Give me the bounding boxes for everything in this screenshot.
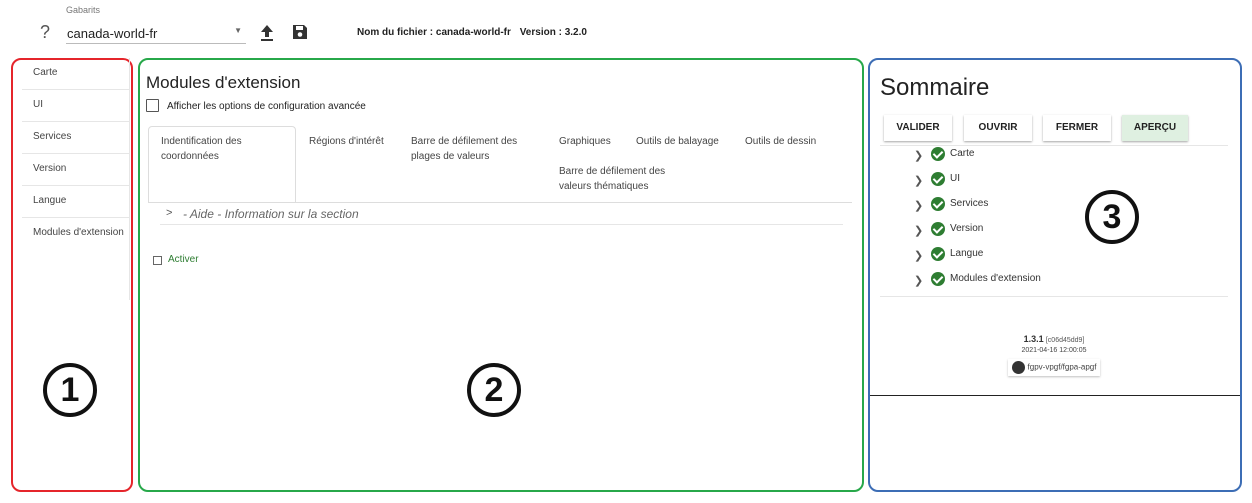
template-select-value: canada-world-fr <box>67 26 158 41</box>
tab-thematic-slider[interactable]: Barre de défilement des valeurs thématiq… <box>559 164 684 194</box>
summary-title: Sommaire <box>880 74 990 101</box>
summary-bottom-border <box>870 395 1240 396</box>
middle-panel-frame <box>138 58 864 492</box>
tab-regions[interactable]: Régions d'intérêt <box>309 134 404 149</box>
summary-item-label: Services <box>950 198 989 209</box>
help-section[interactable]: > - Aide - Information sur la section <box>160 204 843 225</box>
page-title: Modules d'extension <box>146 73 301 92</box>
tab-divider <box>148 202 852 203</box>
help-section-label: - Aide - Information sur la section <box>183 207 359 221</box>
check-circle-icon <box>931 247 945 261</box>
summary-item-label: Carte <box>950 148 975 159</box>
sidebar-item-modules[interactable]: Modules d'extension <box>22 218 129 250</box>
chevron-right-icon: ❯ <box>914 250 924 262</box>
github-icon <box>1011 361 1025 374</box>
summary-divider-bottom <box>880 296 1228 297</box>
annotation-one: 1 <box>43 363 97 417</box>
sidebar-item-carte[interactable]: Carte <box>22 58 129 90</box>
summary-item-label: Langue <box>950 248 984 259</box>
check-circle-icon <box>931 222 945 236</box>
activate-label: Activer <box>168 254 199 265</box>
chevron-right-icon: ❯ <box>914 150 924 162</box>
repo-link-label: fgpv-vpgf/fgpa-apgf <box>1027 362 1097 372</box>
repo-link[interactable]: fgpv-vpgf/fgpa-apgf <box>1008 359 1101 376</box>
check-circle-icon <box>931 272 945 286</box>
tab-swiper[interactable]: Outils de balayage <box>636 134 736 149</box>
tab-charts[interactable]: Graphiques <box>559 134 629 149</box>
app-version: 1.3.1 <box>1023 334 1044 344</box>
summary-item-label: Modules d'extension <box>950 273 1041 284</box>
chevron-right-icon: ❯ <box>914 275 924 287</box>
template-select[interactable]: canada-world-fr ▼ <box>66 22 246 44</box>
file-info: Nom du fichier : canada-world-fr Version… <box>357 27 593 38</box>
advanced-options-label: Afficher les options de configuration av… <box>167 101 366 112</box>
check-circle-icon <box>931 172 945 186</box>
sidebar-item-services[interactable]: Services <box>22 122 129 154</box>
version-line: 1.3.1 [c06d45dd9] <box>970 334 1138 344</box>
tab-range-slider[interactable]: Barre de défilement des plages de valeur… <box>411 134 536 164</box>
chevron-right-icon: ❯ <box>914 175 924 187</box>
dropdown-arrow-icon: ▼ <box>234 26 242 35</box>
sidebar-item-ui[interactable]: UI <box>22 90 129 122</box>
help-icon[interactable]: ? <box>40 22 50 43</box>
summary-item-label: UI <box>950 173 960 184</box>
file-name-label: Nom du fichier : canada-world-fr <box>357 27 511 38</box>
commit-hash: [c06d45dd9] <box>1045 337 1085 344</box>
close-button[interactable]: FERMER <box>1043 115 1111 141</box>
preview-button[interactable]: APERÇU <box>1122 115 1188 141</box>
annotation-two: 2 <box>467 363 521 417</box>
check-circle-icon <box>931 197 945 211</box>
build-date: 2021-04-16 12:00:05 <box>1021 347 1087 354</box>
tab-bar: Indentification des coordonnées Régions … <box>148 126 852 202</box>
tab-draw[interactable]: Outils de dessin <box>745 134 840 149</box>
version-block: 1.3.1 [c06d45dd9] 2021-04-16 12:00:05 fg… <box>970 334 1138 376</box>
tab-coordinates[interactable]: Indentification des coordonnées <box>148 126 296 202</box>
activate-checkbox[interactable] <box>153 256 162 265</box>
summary-item-label: Version <box>950 223 984 234</box>
chevron-right-icon: ❯ <box>914 200 924 212</box>
open-button[interactable]: OUVRIR <box>964 115 1032 141</box>
check-circle-icon <box>931 147 945 161</box>
chevron-right-icon: > <box>166 207 173 219</box>
sidebar-nav: Carte UI Services Version Langue Modules… <box>22 58 130 300</box>
advanced-options-checkbox[interactable] <box>146 99 159 112</box>
summary-divider-top <box>880 145 1228 146</box>
sidebar-item-langue[interactable]: Langue <box>22 186 129 218</box>
annotation-three: 3 <box>1085 190 1139 244</box>
validate-button[interactable]: VALIDER <box>884 115 952 141</box>
gabarits-label: Gabarits <box>66 5 101 15</box>
chevron-right-icon: ❯ <box>914 225 924 237</box>
sidebar-item-version[interactable]: Version <box>22 154 129 186</box>
upload-icon[interactable] <box>259 24 275 42</box>
floppy-disk-icon[interactable] <box>292 24 308 40</box>
version-label: Version : 3.2.0 <box>519 27 587 38</box>
